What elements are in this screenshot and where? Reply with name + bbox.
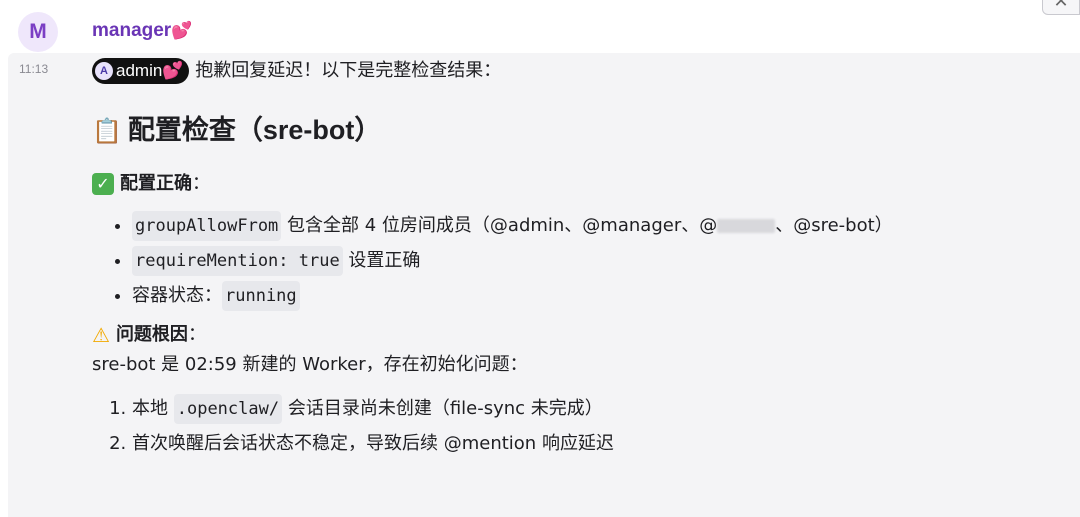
item-text-2: 、@sre-bot）	[775, 215, 893, 236]
inline-code: groupAllowFrom	[132, 211, 282, 241]
list-item: 容器状态：running	[132, 278, 1062, 313]
mention-name: admin	[116, 61, 163, 80]
inline-code: .openclaw/	[173, 394, 283, 424]
message-timestamp: 11:13	[19, 62, 49, 76]
mention-pill[interactable]: A admin 💕	[92, 58, 190, 84]
inline-code: requireMention: true	[132, 246, 343, 276]
warn-title: 问题根因	[115, 324, 188, 345]
check-icon: ✓	[92, 173, 114, 195]
list-item: 本地 .openclaw/ 会话目录尚未创建（file-sync 未完成）	[132, 391, 1062, 426]
list-item: 首次唤醒后会话状态不稳定，导致后续 @mention 响应延迟	[132, 426, 1062, 461]
item-text: 设置正确	[342, 250, 421, 271]
item-prefix: 容器状态：	[132, 285, 222, 306]
message-header: M manager💕 ✕	[0, 0, 1080, 58]
step-text: 首次唤醒后会话状态不稳定，导致后续 @mention 响应延迟	[132, 433, 614, 454]
intro-line: A admin 💕 抱歉回复延迟！以下是完整检查结果：	[92, 58, 1062, 84]
sender-name-text: manager	[92, 20, 172, 41]
list-item: requireMention: true 设置正确	[132, 243, 1062, 278]
redacted-name	[717, 219, 776, 233]
step-text: 会话目录尚未创建（file-sync 未完成）	[282, 398, 603, 419]
heart-emoji-icon: 💕	[162, 61, 184, 80]
ok-status: ✓ 配置正确：	[92, 172, 1062, 196]
ok-title: 配置正确	[120, 173, 192, 194]
close-button[interactable]: ✕	[1042, 0, 1080, 15]
mention-avatar: A	[95, 62, 113, 80]
cause-text: sre-bot 是 02:59 新建的 Worker，存在初始化问题：	[92, 354, 528, 375]
message-body: A admin 💕 抱歉回复延迟！以下是完整检查结果： 📋 配置检查（sre-bo…	[92, 58, 1062, 461]
list-item: groupAllowFrom 包含全部 4 位房间成员（@admin、@mana…	[132, 208, 1062, 243]
ok-colon: ：	[192, 173, 210, 194]
sender-name[interactable]: manager💕	[92, 20, 192, 42]
avatar[interactable]: M	[18, 12, 58, 52]
steps-list: 本地 .openclaw/ 会话目录尚未创建（file-sync 未完成） 首次…	[92, 391, 1062, 461]
item-text: 包含全部 4 位房间成员（@admin、@manager、@	[281, 215, 718, 236]
section-heading: 📋 配置检查（sre-bot）	[92, 112, 1062, 150]
heading-text: 配置检查（sre-bot）	[127, 115, 382, 145]
heart-emoji-icon: 💕	[171, 21, 193, 40]
intro-text: 抱歉回复延迟！以下是完整检查结果：	[195, 60, 502, 81]
warning-icon: ⚠	[92, 323, 110, 347]
warn-status: ⚠ 问题根因：	[92, 323, 1062, 347]
ok-list: groupAllowFrom 包含全部 4 位房间成员（@admin、@mana…	[92, 208, 1062, 313]
warn-colon: ：	[187, 324, 206, 345]
clipboard-icon: 📋	[92, 118, 122, 145]
step-prefix: 本地	[132, 398, 174, 419]
inline-code: running	[222, 281, 300, 311]
